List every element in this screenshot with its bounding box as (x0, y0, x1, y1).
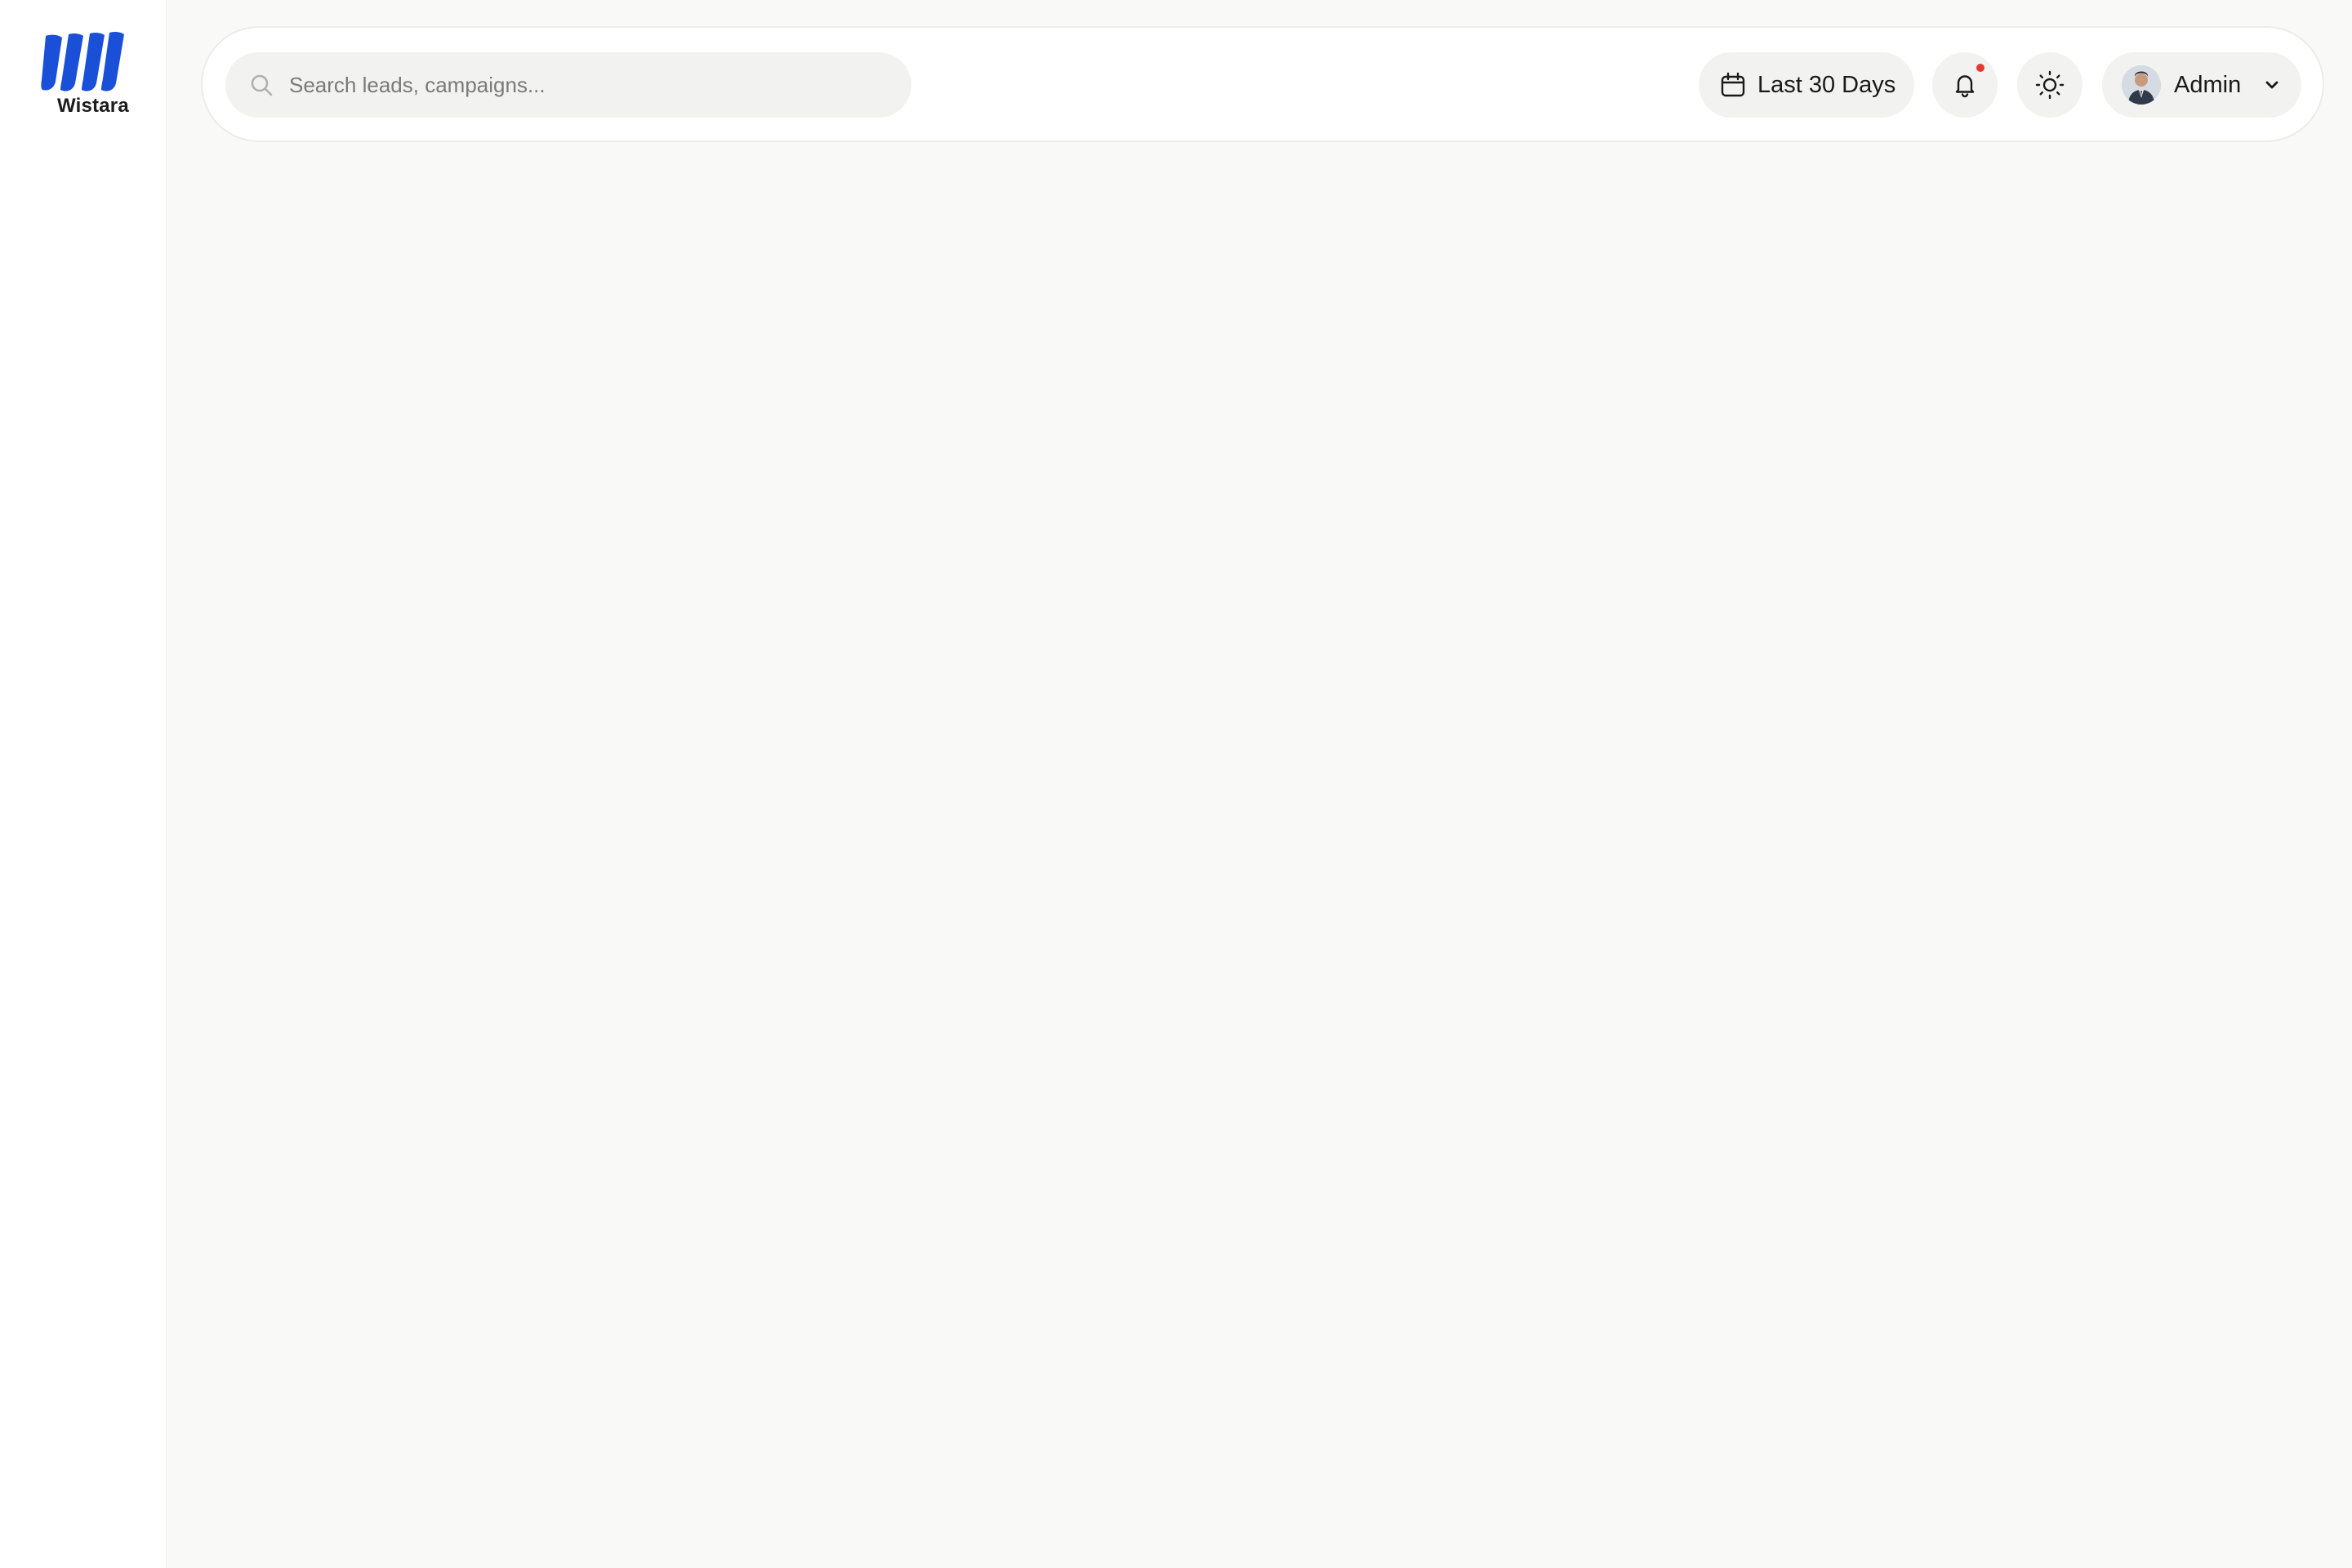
brand-name: Wistara (57, 95, 129, 117)
sun-icon (2035, 70, 2065, 100)
wistara-logo-mark-icon (41, 31, 124, 91)
avatar-image (2122, 65, 2161, 105)
brand-logo[interactable]: Wistara (39, 29, 137, 119)
calendar-icon (1721, 72, 1745, 97)
theme-toggle-button[interactable] (2017, 52, 2082, 118)
notification-dot (1976, 64, 1984, 72)
sidebar: Wistara (0, 0, 167, 1568)
notifications-button[interactable] (1932, 52, 1998, 118)
search-icon (251, 74, 273, 96)
app-root: Wistara Last 30 Days (0, 0, 2352, 1568)
date-range-button[interactable]: Last 30 Days (1699, 52, 1914, 118)
top-header: Last 30 Days (201, 26, 2324, 142)
search-bar[interactable] (225, 52, 911, 118)
date-range-label: Last 30 Days (1757, 72, 1896, 98)
user-name: Admin (2174, 72, 2242, 98)
avatar (2122, 65, 2161, 105)
chevron-down-icon (2265, 81, 2278, 89)
search-input[interactable] (289, 52, 893, 118)
user-menu-button[interactable]: Admin (2102, 52, 2301, 118)
bell-icon (1955, 75, 1975, 98)
